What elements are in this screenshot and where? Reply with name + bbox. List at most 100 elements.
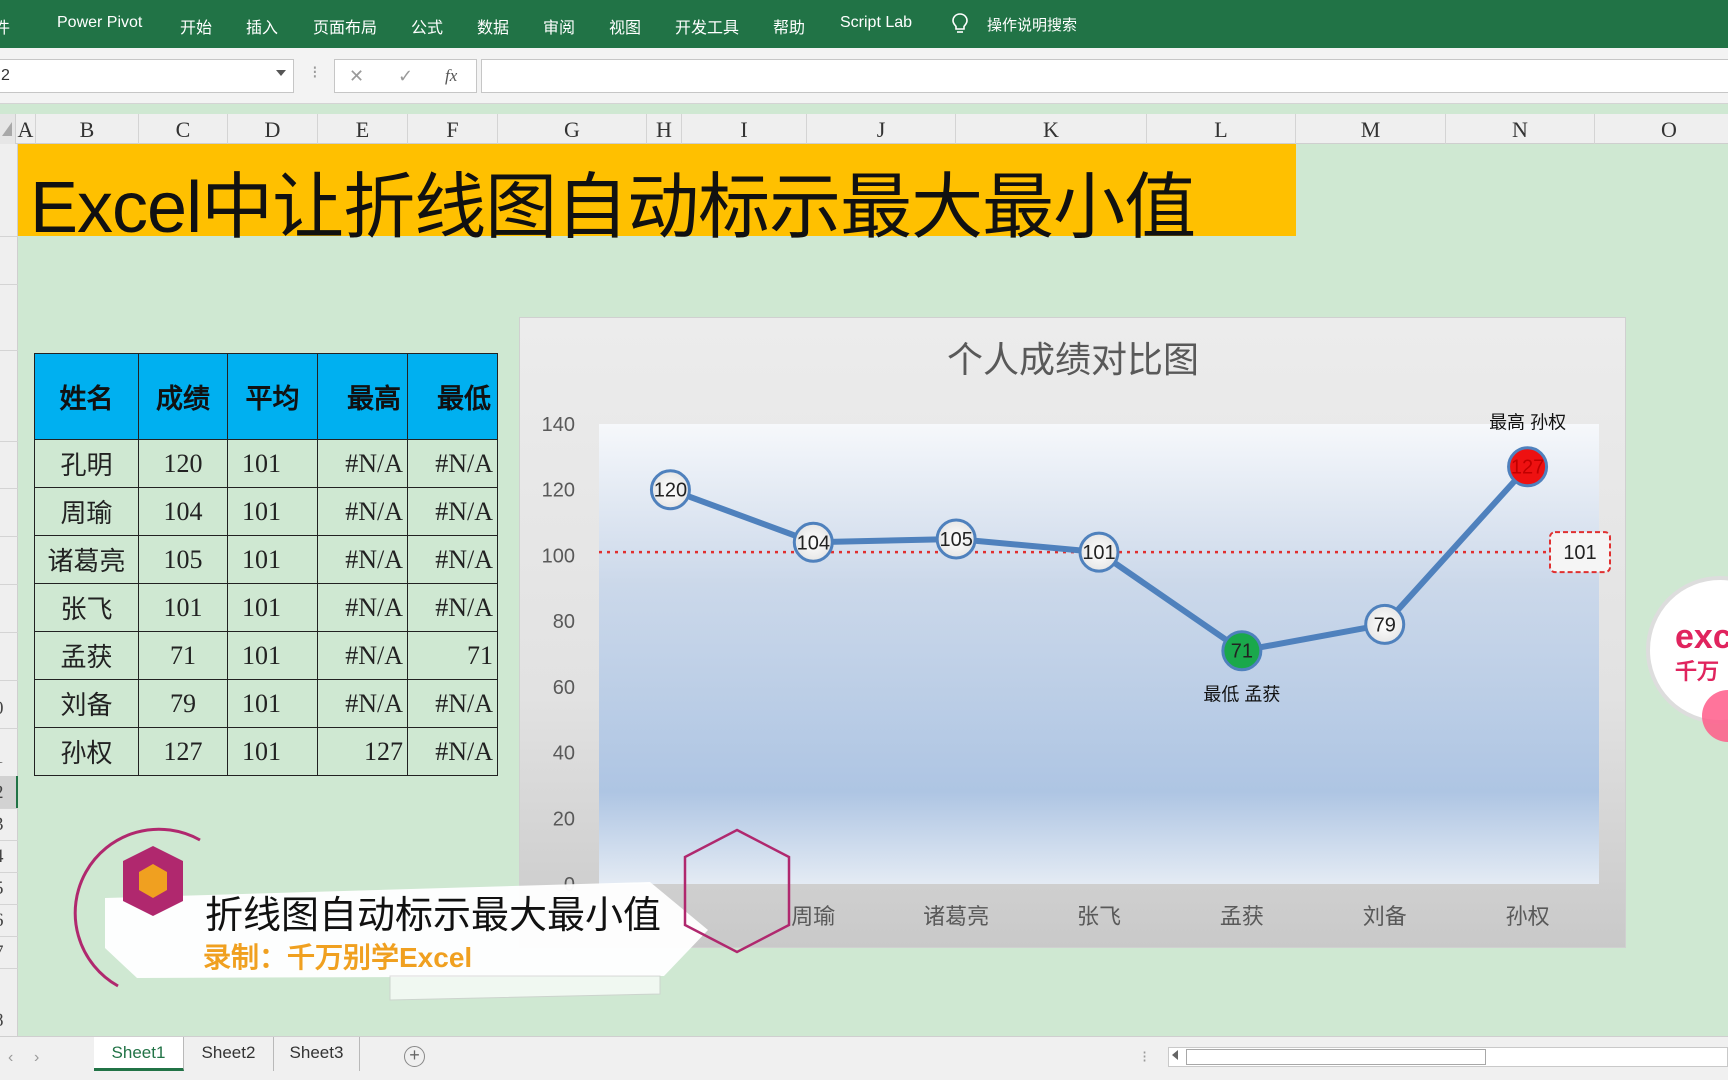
row-header[interactable]: 8 xyxy=(0,1010,16,1032)
cell-max[interactable]: 127 xyxy=(317,727,408,776)
tab-page-layout[interactable]: 页面布局 xyxy=(313,14,377,38)
tab-sheet3[interactable]: Sheet3 xyxy=(274,1037,360,1071)
row-header[interactable]: 7 xyxy=(0,942,16,964)
cell-average[interactable]: 101 xyxy=(227,439,318,488)
column-header-h[interactable]: H xyxy=(647,114,682,144)
row-header[interactable]: 6 xyxy=(0,910,16,932)
cell-max[interactable]: #N/A xyxy=(317,535,408,584)
cell-max[interactable]: #N/A xyxy=(317,679,408,728)
row-header[interactable]: 0 xyxy=(0,698,16,720)
cell-min[interactable]: #N/A xyxy=(407,727,498,776)
cell-name[interactable]: 周瑜 xyxy=(34,487,139,536)
cell-average[interactable]: 101 xyxy=(227,679,318,728)
cell-score[interactable]: 71 xyxy=(138,631,228,680)
scroll-left-icon[interactable] xyxy=(1172,1050,1178,1060)
column-header-d[interactable]: D xyxy=(228,114,318,144)
name-box[interactable]: 2 xyxy=(0,59,294,93)
column-header-a[interactable]: A xyxy=(16,114,36,144)
cell-average[interactable]: 101 xyxy=(227,487,318,536)
formula-buttons: ✕ ✓ fx xyxy=(334,59,477,93)
formula-input[interactable] xyxy=(481,59,1728,93)
cell-name[interactable]: 孙权 xyxy=(34,727,139,776)
fx-icon[interactable]: fx xyxy=(445,66,457,86)
cell-average[interactable]: 101 xyxy=(227,727,318,776)
row-divider xyxy=(0,872,18,873)
column-header-f[interactable]: F xyxy=(408,114,498,144)
cell-max[interactable]: #N/A xyxy=(317,583,408,632)
cell-min[interactable]: #N/A xyxy=(407,487,498,536)
column-header-i[interactable]: I xyxy=(682,114,807,144)
column-header-n[interactable]: N xyxy=(1446,114,1595,144)
column-header-c[interactable]: C xyxy=(139,114,228,144)
cancel-icon[interactable]: ✕ xyxy=(349,66,364,87)
column-header-g[interactable]: G xyxy=(498,114,647,144)
cell-name[interactable]: 孟获 xyxy=(34,631,139,680)
cell-score[interactable]: 120 xyxy=(138,439,228,488)
tell-me-search[interactable]: 操作说明搜索 xyxy=(987,14,1077,35)
cell-min[interactable]: #N/A xyxy=(407,439,498,488)
cell-name[interactable]: 孔明 xyxy=(34,439,139,488)
sheet-nav-next-icon[interactable]: › xyxy=(34,1049,39,1067)
row-header[interactable]: 4 xyxy=(0,846,16,868)
hexagon-inner-icon xyxy=(139,864,167,898)
column-header-m[interactable]: M xyxy=(1296,114,1446,144)
header-average[interactable]: 平均 xyxy=(227,353,318,440)
scrollbar-thumb[interactable] xyxy=(1186,1049,1486,1065)
row-header[interactable]: 2 xyxy=(0,782,16,804)
column-header-o[interactable]: O xyxy=(1595,114,1728,144)
header-min[interactable]: 最低 xyxy=(407,353,498,440)
tab-formulas[interactable]: 公式 xyxy=(411,14,443,38)
cell-average[interactable]: 101 xyxy=(227,583,318,632)
cell-average[interactable]: 101 xyxy=(227,631,318,680)
line-chart[interactable]: 个人成绩对比图 0 20 40 60 80 100 120 140 周瑜 诸葛亮 张飞 孟获 刘备 孙权… xyxy=(519,317,1626,948)
sheet-nav-prev-icon[interactable]: ‹ xyxy=(8,1049,13,1067)
cell-score[interactable]: 101 xyxy=(138,583,228,632)
row-header[interactable]: 3 xyxy=(0,814,16,836)
tab-help[interactable]: 帮助 xyxy=(773,14,805,38)
header-name[interactable]: 姓名 xyxy=(34,353,139,440)
cell-name[interactable]: 刘备 xyxy=(34,679,139,728)
title-banner[interactable]: Excel中让折线图自动标示最大最小值 xyxy=(18,144,1296,248)
tab-insert[interactable]: 插入 xyxy=(246,14,278,38)
cell-score[interactable]: 79 xyxy=(138,679,228,728)
cell-max[interactable]: #N/A xyxy=(317,439,408,488)
x-tick-label: 周瑜 xyxy=(791,904,835,929)
column-header-b[interactable]: B xyxy=(36,114,139,144)
tab-sheet2[interactable]: Sheet2 xyxy=(184,1037,274,1071)
tab-sheet1[interactable]: Sheet1 xyxy=(94,1037,184,1071)
cell-min[interactable]: #N/A xyxy=(407,583,498,632)
check-icon[interactable]: ✓ xyxy=(398,66,413,87)
cell-score[interactable]: 104 xyxy=(138,487,228,536)
tab-view[interactable]: 视图 xyxy=(609,14,641,38)
row-header[interactable]: 5 xyxy=(0,878,16,900)
cell-max[interactable]: #N/A xyxy=(317,631,408,680)
column-header-l[interactable]: L xyxy=(1147,114,1296,144)
column-header-k[interactable]: K xyxy=(956,114,1147,144)
cell-name[interactable]: 诸葛亮 xyxy=(34,535,139,584)
tab-developer[interactable]: 开发工具 xyxy=(675,14,739,38)
cell-min[interactable]: 71 xyxy=(407,631,498,680)
cell-min[interactable]: #N/A xyxy=(407,679,498,728)
cell-average[interactable]: 101 xyxy=(227,535,318,584)
tab-power-pivot[interactable]: Power Pivot xyxy=(57,14,142,32)
column-header-e[interactable]: E xyxy=(318,114,408,144)
tab-file[interactable]: 件 xyxy=(0,14,10,38)
cell-min[interactable]: #N/A xyxy=(407,535,498,584)
header-score[interactable]: 成绩 xyxy=(138,353,228,440)
y-axis: 020406080100120140 xyxy=(542,414,575,896)
tab-review[interactable]: 审阅 xyxy=(543,14,575,38)
column-header-j[interactable]: J xyxy=(807,114,956,144)
max-annotation: 最高 孙权 xyxy=(1489,413,1566,433)
header-max[interactable]: 最高 xyxy=(317,353,408,440)
row-header[interactable]: 1 xyxy=(0,747,16,769)
tab-script-lab[interactable]: Script Lab xyxy=(840,14,912,32)
cell-max[interactable]: #N/A xyxy=(317,487,408,536)
cell-score[interactable]: 127 xyxy=(138,727,228,776)
add-sheet-icon[interactable]: + xyxy=(404,1046,425,1067)
tab-data[interactable]: 数据 xyxy=(477,14,509,38)
cell-score[interactable]: 105 xyxy=(138,535,228,584)
tab-home[interactable]: 开始 xyxy=(180,14,212,38)
chevron-down-icon[interactable] xyxy=(276,70,286,76)
data-label: 71 xyxy=(1231,641,1253,663)
cell-name[interactable]: 张飞 xyxy=(34,583,139,632)
